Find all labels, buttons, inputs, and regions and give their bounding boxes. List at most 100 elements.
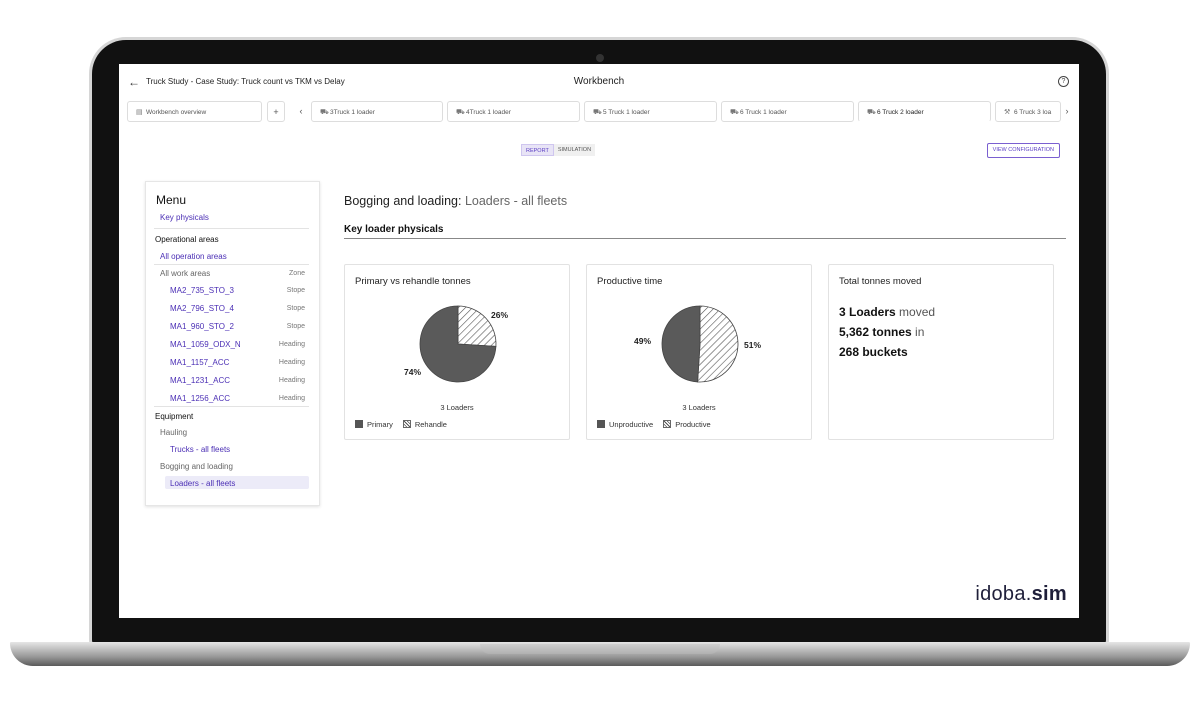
buckets-text: 268 buckets (839, 345, 908, 359)
tab-label: 6 Truck 3 loa (1014, 109, 1052, 116)
area-type: Heading (278, 377, 305, 384)
area-item[interactable]: MA2_735_STO_3 (170, 286, 234, 295)
primary-rehandle-pie (419, 305, 497, 383)
legend-swatch (355, 420, 363, 428)
brand-suffix: sim (1031, 583, 1067, 605)
add-tab-button[interactable]: + (267, 101, 285, 122)
loaders-moved-text: 3 Loaders moved (839, 305, 935, 319)
tabs-prev-button[interactable]: ‹ (295, 101, 307, 122)
camera-icon (596, 54, 604, 62)
tab-3truck-1loader[interactable]: ⛟3Truck 1 loader (311, 101, 443, 122)
tab-label: 3Truck 1 loader (330, 109, 375, 116)
card-title: Total tonnes moved (839, 276, 922, 287)
productive-time-pie (661, 305, 739, 383)
menu-key-physicals[interactable]: Key physicals (160, 213, 209, 222)
truck-icon: ⛟ (320, 109, 329, 116)
area-type: Heading (278, 341, 305, 348)
brand-name: idoba (975, 583, 1026, 605)
tab-label: 5 Truck 1 loader (603, 109, 650, 116)
sidebar-menu: Menu Key physicals Operational areas All… (145, 181, 320, 506)
area-type: Heading (278, 395, 305, 402)
area-item[interactable]: MA1_1231_ACC (170, 376, 230, 385)
all-work-areas-label: All work areas (160, 269, 211, 278)
chart-caption: 3 Loaders (440, 403, 474, 412)
buckets-value: 268 buckets (839, 345, 908, 359)
legend-label: Productive (675, 420, 711, 429)
bogging-label: Bogging and loading (160, 462, 233, 471)
legend-item: Rehandle (402, 420, 447, 429)
tab-5truck-1loader[interactable]: ⛟5 Truck 1 loader (584, 101, 717, 122)
total-tonnes-card: Total tonnes moved 3 Loaders moved 5,362… (828, 264, 1054, 440)
tab-bar: ▤ Workbench overview + ‹ ⛟3Truck 1 loader… (127, 101, 1079, 123)
view-configuration-button[interactable]: VIEW CONFIGURATION (986, 143, 1060, 158)
operational-areas-heading: Operational areas (155, 235, 219, 244)
page-title-sub: Loaders - all fleets (464, 194, 568, 208)
app-screen: ← Truck Study - Case Study: Truck count … (119, 64, 1079, 618)
area-type: Stope (286, 323, 305, 330)
text-rest: in (911, 325, 925, 339)
legend-swatch (597, 420, 605, 428)
menu-title: Menu (156, 193, 187, 207)
tab-6truck-1loader[interactable]: ⛟6 Truck 1 loader (721, 101, 854, 122)
tab-label: 6 Truck 2 loader (877, 109, 924, 116)
pie-slice-productive[interactable] (697, 305, 739, 383)
menu-all-operation-areas[interactable]: All operation areas (160, 252, 227, 261)
pie-slice-unproductive[interactable] (661, 305, 701, 383)
productive-time-card: Productive time 49% 51% 3 Loaders Unprod… (586, 264, 812, 440)
divider (154, 264, 309, 265)
simulation-mode-button[interactable]: SIMULATION (553, 144, 596, 156)
truck-icon: ⛟ (867, 109, 876, 116)
report-mode-button[interactable]: REPORT (521, 144, 554, 156)
truck-icon: ⛟ (456, 109, 465, 116)
tab-4truck-1loader[interactable]: ⛟4Truck 1 loader (447, 101, 580, 122)
area-item[interactable]: MA1_1059_ODX_N (170, 340, 241, 349)
equipment-heading: Equipment (155, 412, 194, 421)
tonnes-text: 5,362 tonnes in (839, 325, 924, 339)
truck-icon: ⛟ (593, 109, 602, 116)
area-type: Heading (278, 359, 305, 366)
tab-6truck-3loader[interactable]: ⚒ 6 Truck 3 loa (995, 101, 1061, 122)
slice-label: 26% (491, 310, 509, 320)
area-item[interactable]: MA1_960_STO_2 (170, 322, 234, 331)
tab-workbench-overview[interactable]: ▤ Workbench overview (127, 101, 262, 122)
area-item[interactable]: MA1_1256_ACC (170, 394, 230, 403)
mode-toggle: REPORT SIMULATION (521, 144, 596, 156)
tab-6truck-2loader[interactable]: ⛟6 Truck 2 loader (858, 101, 991, 122)
help-icon[interactable]: ? (1058, 76, 1069, 87)
page-header-title: Workbench (573, 76, 625, 87)
chart-caption: 3 Loaders (682, 403, 716, 412)
legend-label: Rehandle (414, 420, 447, 429)
legend-item: Primary (355, 420, 393, 429)
legend-item: Productive (663, 420, 711, 429)
table-icon: ▤ (136, 109, 143, 116)
tools-icon: ⚒ (1004, 109, 1011, 116)
legend-label: Unproductive (609, 420, 654, 429)
section-divider (344, 238, 1066, 239)
area-item[interactable]: MA2_796_STO_4 (170, 304, 234, 313)
divider (154, 406, 309, 407)
divider (154, 228, 309, 229)
brand-logo: idoba.sim (975, 583, 1067, 606)
loaders-count: 3 Loaders (839, 305, 896, 319)
menu-loaders-all-fleets[interactable]: Loaders - all fleets (170, 479, 235, 488)
menu-trucks-all-fleets[interactable]: Trucks - all fleets (170, 445, 230, 454)
slice-label: 49% (634, 336, 652, 346)
area-type: Stope (286, 305, 305, 312)
top-bar: ← Truck Study - Case Study: Truck count … (119, 64, 1079, 98)
area-item[interactable]: MA1_1157_ACC (170, 358, 229, 367)
hauling-label: Hauling (160, 428, 188, 437)
section-heading: Key loader physicals (344, 224, 444, 235)
text-rest: moved (895, 305, 936, 319)
legend: Primary Rehandle (355, 420, 447, 429)
tab-label: Workbench overview (146, 109, 207, 116)
truck-icon: ⛟ (730, 109, 739, 116)
tabs-next-button[interactable]: › (1061, 101, 1073, 122)
slice-label: 51% (744, 340, 762, 350)
legend-swatch (402, 420, 411, 428)
slice-label: 74% (404, 367, 422, 377)
legend-swatch (663, 420, 672, 428)
tab-label: 4Truck 1 loader (466, 109, 511, 116)
page-title-main: Bogging and loading: (344, 194, 465, 208)
tonnes-value: 5,362 tonnes (839, 325, 912, 339)
area-type: Stope (286, 287, 305, 294)
